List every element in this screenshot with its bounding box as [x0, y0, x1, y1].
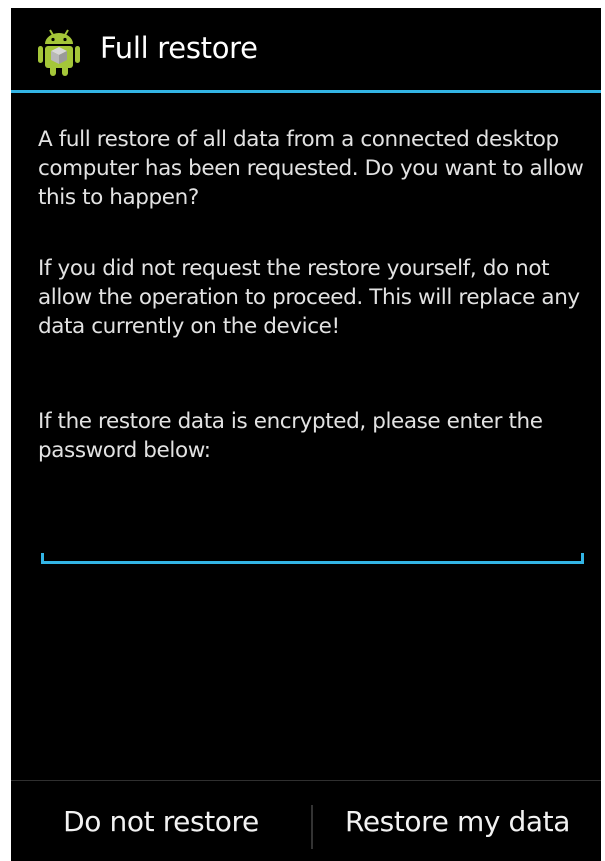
restore-my-data-button[interactable]: Restore my data	[314, 781, 601, 861]
password-field-underline	[41, 561, 584, 564]
android-robot-icon	[38, 29, 80, 76]
full-restore-dialog: Full restore A full restore of all data …	[11, 8, 601, 861]
header-divider	[11, 90, 601, 93]
do-not-restore-button[interactable]: Do not restore	[11, 781, 311, 861]
restore-warning-message: If you did not request the restore yours…	[38, 256, 580, 339]
password-prompt-message: If the restore data is encrypted, please…	[38, 409, 543, 463]
password-field-right-tick	[581, 553, 584, 562]
password-field-left-tick	[41, 553, 44, 562]
password-field[interactable]	[41, 532, 584, 562]
restore-request-message: A full restore of all data from a connec…	[38, 127, 584, 210]
dialog-header: Full restore	[11, 8, 601, 93]
button-separator	[311, 805, 313, 849]
dialog-title: Full restore	[100, 31, 258, 65]
